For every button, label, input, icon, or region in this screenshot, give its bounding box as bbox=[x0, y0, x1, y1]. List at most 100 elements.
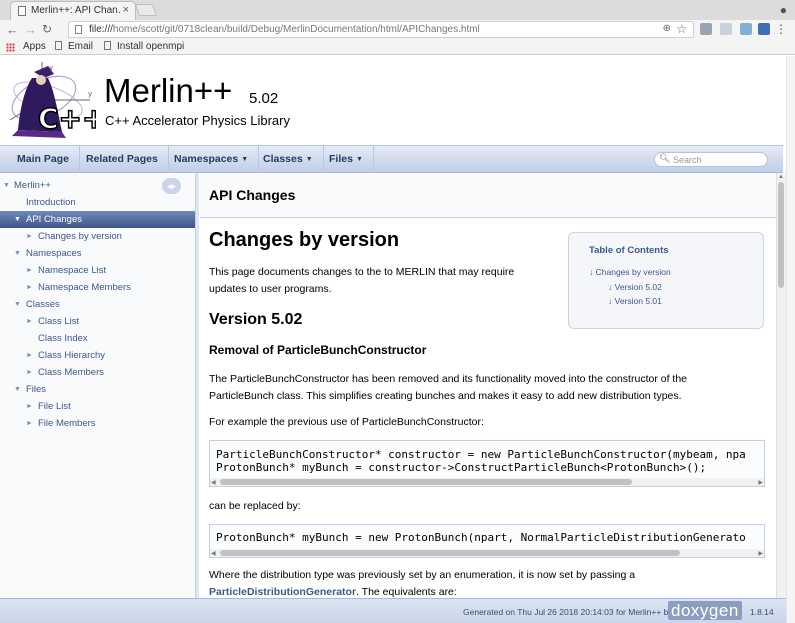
table-of-contents: Table of Contents ↓ Changes by version ↓… bbox=[568, 232, 764, 329]
vertical-scrollbar-thumb[interactable] bbox=[778, 182, 784, 288]
tree-item[interactable]: ► Namespace List bbox=[0, 262, 195, 279]
back-arrow-icon[interactable]: ← bbox=[6, 22, 19, 37]
tree-item[interactable]: ► Class List bbox=[0, 313, 195, 330]
toc-item-label: Changes by version bbox=[595, 267, 671, 277]
svg-text:y: y bbox=[49, 64, 53, 72]
tree-item-label: Merlin++ bbox=[14, 180, 51, 191]
toc-item-version-502[interactable]: ↓ Version 5.02 bbox=[608, 282, 662, 292]
tree-item[interactable]: ► File List bbox=[0, 398, 195, 415]
code-line: ProtonBunch* myBunch = new ProtonBunch(n… bbox=[216, 531, 746, 544]
main-navbar: Main Page Related Pages Namespaces ▼ Clas… bbox=[0, 145, 783, 173]
search-icon[interactable]: 🔍︎ bbox=[659, 153, 670, 164]
bookmark-apps[interactable]: Apps bbox=[23, 41, 46, 52]
nav-main-page[interactable]: Main Page bbox=[7, 146, 80, 173]
link-particle-distribution-generator[interactable]: ParticleDistributionGenerator bbox=[209, 586, 356, 598]
nav-classes[interactable]: Classes ▼ bbox=[253, 146, 324, 173]
nav-files-label: Files bbox=[329, 153, 353, 165]
tree-item-label: Introduction bbox=[26, 197, 76, 208]
scroll-right-icon[interactable]: ▶ bbox=[758, 550, 763, 557]
forward-arrow-icon[interactable]: → bbox=[24, 22, 37, 37]
scrollbar-thumb[interactable] bbox=[220, 479, 632, 485]
tree-item[interactable]: ▼ Files bbox=[0, 381, 195, 398]
code-fragment-old[interactable]: ParticleBunchConstructor* constructor = … bbox=[209, 440, 765, 487]
toc-item-changes-by-version[interactable]: ↓ Changes by version bbox=[589, 267, 671, 277]
section-heading-changes-by-version: Changes by version bbox=[209, 229, 400, 251]
url-text[interactable]: file:///home/scott/git/0718clean/build/D… bbox=[89, 24, 480, 35]
code-fragment-new[interactable]: ProtonBunch* myBunch = new ProtonBunch(n… bbox=[209, 524, 765, 558]
scroll-left-icon[interactable]: ◀ bbox=[211, 479, 216, 486]
tree-item[interactable]: Introduction bbox=[0, 194, 195, 211]
bookmark-email[interactable]: Email bbox=[55, 41, 93, 52]
tree-collapsed-icon[interactable]: ► bbox=[26, 347, 33, 364]
tree-expanded-icon[interactable]: ▼ bbox=[14, 296, 21, 313]
extension-icon[interactable] bbox=[720, 23, 732, 35]
nav-namespaces-label: Namespaces bbox=[174, 153, 239, 165]
tree-item[interactable]: ▼ Classes bbox=[0, 296, 195, 313]
code-line: ProtonBunch* myBunch = constructor->Cons… bbox=[216, 461, 707, 474]
tree-item[interactable]: ► Changes by version bbox=[0, 228, 195, 245]
doxygen-logo[interactable]: doxygen bbox=[668, 601, 742, 620]
nav-related-pages[interactable]: Related Pages bbox=[76, 146, 169, 173]
new-tab-button[interactable] bbox=[134, 4, 158, 16]
paragraph-distribution-type: Where the distribution type was previous… bbox=[209, 569, 636, 581]
scroll-left-icon[interactable]: ◀ bbox=[211, 550, 216, 557]
tree-collapsed-icon[interactable]: ► bbox=[26, 313, 33, 330]
tree-item[interactable]: ▼ Merlin++ bbox=[0, 177, 195, 194]
tree-item[interactable]: ▼ API Changes bbox=[0, 211, 195, 228]
horizontal-scrollbar[interactable]: ◀ ▶ bbox=[210, 478, 764, 486]
extension-icon[interactable] bbox=[758, 23, 770, 35]
tree-expanded-icon[interactable]: ▼ bbox=[14, 245, 21, 262]
tree-collapsed-icon[interactable]: ► bbox=[26, 364, 33, 381]
tree-collapsed-icon[interactable]: ► bbox=[26, 228, 33, 245]
paragraph-example-intro: For example the previous use of Particle… bbox=[209, 416, 484, 428]
tree-collapsed-icon[interactable]: ► bbox=[26, 279, 33, 296]
browser-toolbar: ← → ↻ file:///home/scott/git/0718clean/b… bbox=[0, 20, 795, 40]
horizontal-scrollbar[interactable]: ◀ ▶ bbox=[210, 549, 764, 557]
nav-files[interactable]: Files ▼ bbox=[319, 146, 374, 173]
tree-item[interactable]: ► Class Hierarchy bbox=[0, 347, 195, 364]
toc-item-version-501[interactable]: ↓ Version 5.01 bbox=[608, 296, 662, 306]
tree-expanded-icon[interactable]: ▼ bbox=[14, 381, 21, 398]
tree-collapsed-icon[interactable]: ► bbox=[26, 398, 33, 415]
address-bar[interactable]: file:///home/scott/git/0718clean/build/D… bbox=[68, 21, 694, 38]
extension-icon[interactable] bbox=[700, 23, 712, 35]
tree-item[interactable]: ► Namespace Members bbox=[0, 279, 195, 296]
bookmark-star-icon[interactable]: ☆ bbox=[676, 22, 687, 36]
search-input[interactable]: 🔍︎ Search bbox=[654, 152, 768, 167]
zoom-icon[interactable]: ⊕ bbox=[663, 23, 671, 34]
toc-item-label: Version 5.02 bbox=[614, 282, 662, 292]
tree-item[interactable]: ▼ Namespaces bbox=[0, 245, 195, 262]
tree-expanded-icon[interactable]: ▼ bbox=[3, 177, 10, 194]
browser-tab-bar: Merlin++: API Chan… × ● bbox=[0, 0, 795, 20]
page-title: API Changes bbox=[209, 187, 296, 203]
tree-item[interactable]: Class Index bbox=[0, 330, 195, 347]
nav-splitter[interactable] bbox=[195, 173, 199, 598]
apps-grid-icon[interactable] bbox=[6, 43, 15, 52]
nav-classes-label: Classes bbox=[263, 153, 303, 165]
tree-item-label: Class Index bbox=[38, 333, 88, 344]
merlin-logo-icon: C++ y y bbox=[9, 62, 96, 138]
tree-item[interactable]: ► Class Members bbox=[0, 364, 195, 381]
page-info-icon[interactable] bbox=[75, 25, 82, 34]
tree-collapsed-icon[interactable]: ► bbox=[26, 415, 33, 432]
profile-icon[interactable]: ● bbox=[780, 3, 787, 17]
tree-expanded-icon[interactable]: ▼ bbox=[14, 211, 21, 228]
tree-item-label: File Members bbox=[38, 418, 96, 429]
tree-collapsed-icon[interactable]: ► bbox=[26, 262, 33, 279]
scroll-up-icon[interactable]: ▲ bbox=[777, 174, 785, 180]
browser-menu-icon[interactable]: ⋮ bbox=[775, 22, 787, 36]
dropdown-arrow-icon: ▼ bbox=[355, 156, 363, 163]
scrollbar-thumb[interactable] bbox=[220, 550, 680, 556]
project-number: 5.02 bbox=[249, 90, 279, 107]
reload-icon[interactable]: ↻ bbox=[42, 22, 52, 36]
paragraph-removal-description: The ParticleBunchConstructor has been re… bbox=[209, 373, 688, 402]
nav-namespaces[interactable]: Namespaces ▼ bbox=[164, 146, 260, 173]
scroll-right-icon[interactable]: ▶ bbox=[758, 479, 763, 486]
bookmark-install-openmpi[interactable]: Install openmpi bbox=[104, 41, 184, 52]
tab-close-icon[interactable]: × bbox=[123, 4, 129, 16]
browser-tab[interactable]: Merlin++: API Chan… × bbox=[10, 1, 136, 20]
tree-item[interactable]: ► File Members bbox=[0, 415, 195, 432]
paragraph-equivalents: ParticleDistributionGenerator. The equiv… bbox=[209, 584, 769, 598]
bookmark-install-openmpi-label: Install openmpi bbox=[117, 41, 185, 52]
extension-icon[interactable] bbox=[740, 23, 752, 35]
